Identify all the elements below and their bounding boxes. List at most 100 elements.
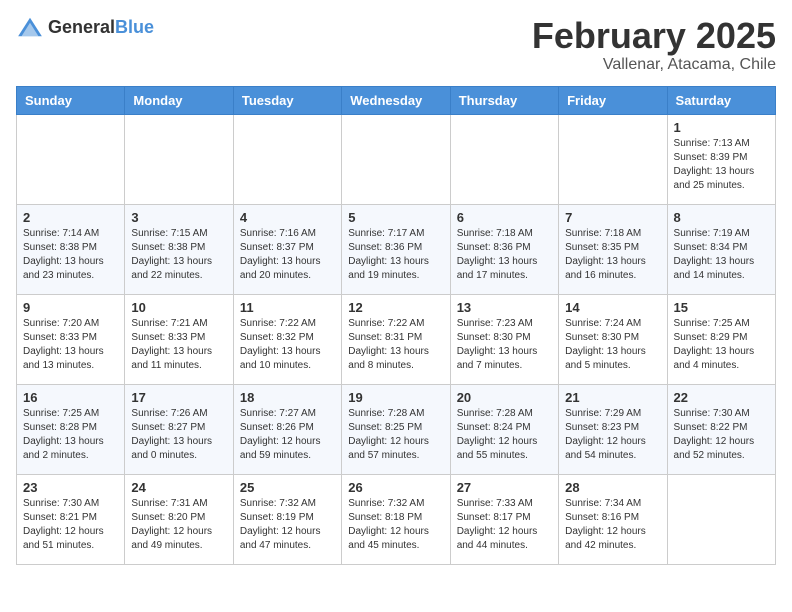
day-number: 1: [674, 120, 769, 135]
calendar-cell: 10Sunrise: 7:21 AM Sunset: 8:33 PM Dayli…: [125, 294, 233, 384]
day-number: 21: [565, 390, 660, 405]
day-info: Sunrise: 7:30 AM Sunset: 8:22 PM Dayligh…: [674, 407, 769, 463]
calendar-cell: 5 Sunrise: 7:17 AM Sunset: 8:36 PM Daylig…: [342, 204, 450, 294]
day-info: Sunrise: 7:18 AM Sunset: 8:35 PM Dayligh…: [565, 227, 660, 283]
calendar-cell: 27 Sunrise: 7:33 AM Sunset: 8:17 PM Dayli…: [450, 474, 558, 564]
calendar-cell: 26 Sunrise: 7:32 AM Sunset: 8:18 PM Dayli…: [342, 474, 450, 564]
day-info: Sunrise: 7:22 AM Sunset: 8:31 PM Dayligh…: [348, 317, 443, 373]
calendar-cell: 24 Sunrise: 7:31 AM Sunset: 8:20 PM Dayli…: [125, 474, 233, 564]
month-year: February 2025: [532, 16, 776, 56]
calendar-cell: 2 Sunrise: 7:14 AM Sunset: 8:38 PM Daylig…: [17, 204, 125, 294]
day-number: 6: [457, 210, 552, 225]
day-info: Sunrise: 7:18 AM Sunset: 8:36 PM Dayligh…: [457, 227, 552, 283]
weekday-header-sunday: Sunday: [17, 86, 125, 114]
day-number: 22: [674, 390, 769, 405]
day-number: 5: [348, 210, 443, 225]
day-info: Sunrise: 7:17 AM Sunset: 8:36 PM Dayligh…: [348, 227, 443, 283]
day-number: 12: [348, 300, 443, 315]
calendar-week-5: 23 Sunrise: 7:30 AM Sunset: 8:21 PM Dayli…: [17, 474, 776, 564]
day-info: Sunrise: 7:20 AM Sunset: 8:33 PM Dayligh…: [23, 317, 118, 373]
calendar-cell: 23 Sunrise: 7:30 AM Sunset: 8:21 PM Dayli…: [17, 474, 125, 564]
header: GeneralBlue February 2025 Vallenar, Atac…: [16, 16, 776, 74]
calendar-cell: 3 Sunrise: 7:15 AM Sunset: 8:38 PM Daylig…: [125, 204, 233, 294]
day-info: Sunrise: 7:16 AM Sunset: 8:37 PM Dayligh…: [240, 227, 335, 283]
day-info: Sunrise: 7:24 AM Sunset: 8:30 PM Dayligh…: [565, 317, 660, 373]
calendar: SundayMondayTuesdayWednesdayThursdayFrid…: [16, 86, 776, 565]
day-number: 23: [23, 480, 118, 495]
calendar-week-3: 9 Sunrise: 7:20 AM Sunset: 8:33 PM Daylig…: [17, 294, 776, 384]
day-number: 13: [457, 300, 552, 315]
calendar-cell: 13 Sunrise: 7:23 AM Sunset: 8:30 PM Dayli…: [450, 294, 558, 384]
weekday-header-wednesday: Wednesday: [342, 86, 450, 114]
calendar-week-4: 16Sunrise: 7:25 AM Sunset: 8:28 PM Dayli…: [17, 384, 776, 474]
day-number: 14: [565, 300, 660, 315]
calendar-cell: [559, 114, 667, 204]
day-info: Sunrise: 7:15 AM Sunset: 8:38 PM Dayligh…: [131, 227, 226, 283]
day-number: 8: [674, 210, 769, 225]
day-info: Sunrise: 7:28 AM Sunset: 8:25 PM Dayligh…: [348, 407, 443, 463]
day-info: Sunrise: 7:21 AM Sunset: 8:33 PM Dayligh…: [131, 317, 226, 373]
calendar-cell: 25Sunrise: 7:32 AM Sunset: 8:19 PM Dayli…: [233, 474, 341, 564]
calendar-cell: 18 Sunrise: 7:27 AM Sunset: 8:26 PM Dayli…: [233, 384, 341, 474]
logo-blue: Blue: [115, 17, 154, 37]
calendar-week-2: 2 Sunrise: 7:14 AM Sunset: 8:38 PM Daylig…: [17, 204, 776, 294]
title-area: February 2025 Vallenar, Atacama, Chile: [532, 16, 776, 74]
weekday-header-saturday: Saturday: [667, 86, 775, 114]
calendar-cell: 11 Sunrise: 7:22 AM Sunset: 8:32 PM Dayli…: [233, 294, 341, 384]
calendar-cell: [342, 114, 450, 204]
calendar-cell: 19 Sunrise: 7:28 AM Sunset: 8:25 PM Dayli…: [342, 384, 450, 474]
day-info: Sunrise: 7:31 AM Sunset: 8:20 PM Dayligh…: [131, 497, 226, 553]
calendar-cell: 28Sunrise: 7:34 AM Sunset: 8:16 PM Dayli…: [559, 474, 667, 564]
calendar-cell: [667, 474, 775, 564]
calendar-week-1: 1 Sunrise: 7:13 AM Sunset: 8:39 PM Daylig…: [17, 114, 776, 204]
calendar-cell: 6 Sunrise: 7:18 AM Sunset: 8:36 PM Daylig…: [450, 204, 558, 294]
day-number: 7: [565, 210, 660, 225]
day-info: Sunrise: 7:22 AM Sunset: 8:32 PM Dayligh…: [240, 317, 335, 373]
day-number: 19: [348, 390, 443, 405]
day-info: Sunrise: 7:25 AM Sunset: 8:29 PM Dayligh…: [674, 317, 769, 373]
day-info: Sunrise: 7:23 AM Sunset: 8:30 PM Dayligh…: [457, 317, 552, 373]
calendar-cell: 7 Sunrise: 7:18 AM Sunset: 8:35 PM Daylig…: [559, 204, 667, 294]
calendar-cell: 17 Sunrise: 7:26 AM Sunset: 8:27 PM Dayli…: [125, 384, 233, 474]
weekday-header-row: SundayMondayTuesdayWednesdayThursdayFrid…: [17, 86, 776, 114]
day-number: 20: [457, 390, 552, 405]
day-number: 18: [240, 390, 335, 405]
day-info: Sunrise: 7:33 AM Sunset: 8:17 PM Dayligh…: [457, 497, 552, 553]
day-info: Sunrise: 7:13 AM Sunset: 8:39 PM Dayligh…: [674, 137, 769, 193]
day-number: 16: [23, 390, 118, 405]
calendar-cell: 20 Sunrise: 7:28 AM Sunset: 8:24 PM Dayli…: [450, 384, 558, 474]
calendar-cell: [125, 114, 233, 204]
day-info: Sunrise: 7:26 AM Sunset: 8:27 PM Dayligh…: [131, 407, 226, 463]
calendar-cell: [450, 114, 558, 204]
day-info: Sunrise: 7:14 AM Sunset: 8:38 PM Dayligh…: [23, 227, 118, 283]
logo-text: GeneralBlue: [48, 17, 154, 38]
day-info: Sunrise: 7:32 AM Sunset: 8:19 PM Dayligh…: [240, 497, 335, 553]
weekday-header-thursday: Thursday: [450, 86, 558, 114]
day-number: 4: [240, 210, 335, 225]
day-number: 27: [457, 480, 552, 495]
weekday-header-tuesday: Tuesday: [233, 86, 341, 114]
weekday-header-friday: Friday: [559, 86, 667, 114]
day-number: 15: [674, 300, 769, 315]
day-info: Sunrise: 7:32 AM Sunset: 8:18 PM Dayligh…: [348, 497, 443, 553]
calendar-cell: 16Sunrise: 7:25 AM Sunset: 8:28 PM Dayli…: [17, 384, 125, 474]
day-info: Sunrise: 7:29 AM Sunset: 8:23 PM Dayligh…: [565, 407, 660, 463]
calendar-cell: 14 Sunrise: 7:24 AM Sunset: 8:30 PM Dayli…: [559, 294, 667, 384]
day-info: Sunrise: 7:28 AM Sunset: 8:24 PM Dayligh…: [457, 407, 552, 463]
calendar-cell: 9 Sunrise: 7:20 AM Sunset: 8:33 PM Daylig…: [17, 294, 125, 384]
calendar-cell: [233, 114, 341, 204]
day-number: 24: [131, 480, 226, 495]
day-number: 11: [240, 300, 335, 315]
day-info: Sunrise: 7:27 AM Sunset: 8:26 PM Dayligh…: [240, 407, 335, 463]
day-info: Sunrise: 7:30 AM Sunset: 8:21 PM Dayligh…: [23, 497, 118, 553]
calendar-cell: 1 Sunrise: 7:13 AM Sunset: 8:39 PM Daylig…: [667, 114, 775, 204]
calendar-cell: [17, 114, 125, 204]
calendar-cell: 8 Sunrise: 7:19 AM Sunset: 8:34 PM Daylig…: [667, 204, 775, 294]
day-number: 2: [23, 210, 118, 225]
day-number: 26: [348, 480, 443, 495]
day-number: 9: [23, 300, 118, 315]
day-number: 3: [131, 210, 226, 225]
day-info: Sunrise: 7:19 AM Sunset: 8:34 PM Dayligh…: [674, 227, 769, 283]
day-number: 28: [565, 480, 660, 495]
day-number: 17: [131, 390, 226, 405]
